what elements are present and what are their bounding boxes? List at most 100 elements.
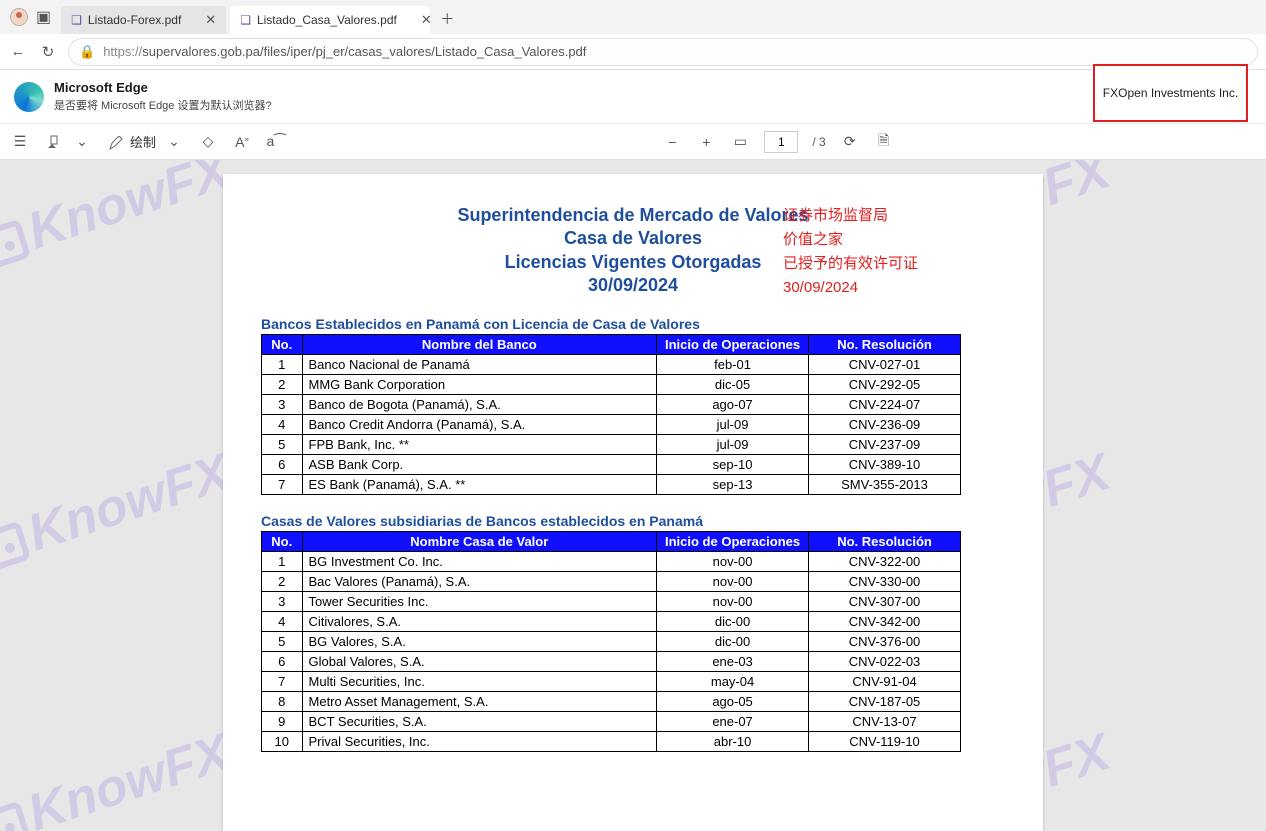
- table-row: 7Multi Securities, Inc.may-04CNV-91-04: [262, 671, 961, 691]
- cell-res: CNV-307-00: [809, 591, 961, 611]
- workspaces-icon[interactable]: ▣: [36, 7, 51, 27]
- cell-op: ene-07: [657, 711, 809, 731]
- cell-res: CNV-13-07: [809, 711, 961, 731]
- back-icon[interactable]: ←: [8, 43, 28, 60]
- cell-res: CNV-292-05: [809, 374, 961, 394]
- cell-no: 4: [262, 611, 303, 631]
- watermark: KnowFX: [0, 442, 237, 578]
- profile-avatar-icon[interactable]: [10, 8, 28, 26]
- cell-res: CNV-330-00: [809, 571, 961, 591]
- table-row: 2MMG Bank Corporationdic-05CNV-292-05: [262, 374, 961, 394]
- table-row: 5BG Valores, S.A.dic-00CNV-376-00: [262, 631, 961, 651]
- cell-res: SMV-355-2013: [809, 474, 961, 494]
- page-number-input[interactable]: [764, 131, 798, 153]
- page-layout-icon[interactable]: 🗎: [874, 130, 894, 154]
- table-row: 9BCT Securities, S.A.ene-07CNV-13-07: [262, 711, 961, 731]
- cell-op: ene-03: [657, 651, 809, 671]
- cell-name: Bac Valores (Panamá), S.A.: [302, 571, 657, 591]
- cell-name: BG Investment Co. Inc.: [302, 551, 657, 571]
- col-res: No. Resolución: [809, 531, 961, 551]
- table-row: 4Citivalores, S.A.dic-00CNV-342-00: [262, 611, 961, 631]
- pdf-toolbar: ☰ ⌄ 绘制 ⌄ ◇ A» a⁀ − + ▭ / 3 ⟳ 🗎: [0, 124, 1266, 160]
- cell-op: may-04: [657, 671, 809, 691]
- cell-name: Tower Securities Inc.: [302, 591, 657, 611]
- cell-op: sep-10: [657, 454, 809, 474]
- cell-op: jul-09: [657, 414, 809, 434]
- edge-prompt-subtitle: 是否要将 Microsoft Edge 设置为默认浏览器?: [54, 97, 272, 113]
- section1-title: Bancos Establecidos en Panamá con Licenc…: [261, 316, 1005, 332]
- edge-prompt-title: Microsoft Edge: [54, 80, 272, 95]
- draw-label[interactable]: 绘制: [130, 132, 156, 151]
- cell-op: jul-09: [657, 434, 809, 454]
- col-name: Nombre Casa de Valor: [302, 531, 657, 551]
- pdf-icon: ❑: [240, 13, 251, 27]
- rotate-icon[interactable]: ⟳: [840, 133, 860, 150]
- cell-op: nov-00: [657, 571, 809, 591]
- cell-name: Metro Asset Management, S.A.: [302, 691, 657, 711]
- cell-op: ago-07: [657, 394, 809, 414]
- cell-name: BCT Securities, S.A.: [302, 711, 657, 731]
- cell-res: CNV-224-07: [809, 394, 961, 414]
- cell-no: 7: [262, 671, 303, 691]
- col-name: Nombre del Banco: [302, 334, 657, 354]
- table-row: 4Banco Credit Andorra (Panamá), S.A.jul-…: [262, 414, 961, 434]
- close-icon[interactable]: ✕: [205, 12, 216, 28]
- chevron-down-icon[interactable]: ⌄: [164, 133, 184, 150]
- close-icon[interactable]: ✕: [421, 12, 432, 28]
- cell-res: CNV-322-00: [809, 551, 961, 571]
- tab-label: Listado_Casa_Valores.pdf: [257, 13, 397, 27]
- table-bancos: No. Nombre del Banco Inicio de Operacion…: [261, 334, 961, 495]
- contents-icon[interactable]: ☰: [10, 133, 30, 150]
- cell-no: 1: [262, 354, 303, 374]
- pdf-icon: ❑: [71, 13, 82, 27]
- text-style-icon[interactable]: A»: [232, 134, 252, 150]
- cell-name: FPB Bank, Inc. **: [302, 434, 657, 454]
- table-row: 1BG Investment Co. Inc.nov-00CNV-322-00: [262, 551, 961, 571]
- fit-page-icon[interactable]: ▭: [730, 133, 750, 150]
- tab-label: Listado-Forex.pdf: [88, 13, 181, 27]
- cell-no: 9: [262, 711, 303, 731]
- erase-icon[interactable]: ◇: [198, 133, 218, 150]
- section2-title: Casas de Valores subsidiarias de Bancos …: [261, 513, 1005, 529]
- translation-annotation: 证券市场监督局 价值之家 已授予的有效许可证 30/09/2024: [783, 204, 918, 300]
- pen-icon[interactable]: [106, 133, 126, 149]
- tab-casa-valores[interactable]: ❑ Listado_Casa_Valores.pdf ✕: [230, 6, 430, 34]
- pdf-viewer[interactable]: KnowFX KnowFX KnowFX KnowFX KnowFX KnowF…: [0, 160, 1266, 831]
- cell-no: 2: [262, 571, 303, 591]
- cell-name: Banco de Bogota (Panamá), S.A.: [302, 394, 657, 414]
- zoom-in-icon[interactable]: +: [696, 134, 716, 150]
- table-row: 5FPB Bank, Inc. **jul-09CNV-237-09: [262, 434, 961, 454]
- table-row: 3Tower Securities Inc.nov-00CNV-307-00: [262, 591, 961, 611]
- cell-res: CNV-027-01: [809, 354, 961, 374]
- cell-op: nov-00: [657, 591, 809, 611]
- read-aloud-icon[interactable]: a⁀: [266, 133, 286, 150]
- cell-res: CNV-119-10: [809, 731, 961, 751]
- cell-name: MMG Bank Corporation: [302, 374, 657, 394]
- highlighter-icon[interactable]: [44, 133, 64, 150]
- zoom-out-icon[interactable]: −: [662, 134, 682, 150]
- highlight-annotation: FXOpen Investments Inc.: [1093, 64, 1248, 122]
- refresh-icon[interactable]: ↻: [38, 43, 58, 61]
- tab-forex[interactable]: ❑ Listado-Forex.pdf ✕: [61, 6, 226, 34]
- cell-name: Global Valores, S.A.: [302, 651, 657, 671]
- watermark: KnowFX: [0, 160, 237, 276]
- cell-res: CNV-187-05: [809, 691, 961, 711]
- cell-no: 4: [262, 414, 303, 434]
- table-row: 8Metro Asset Management, S.A.ago-05CNV-1…: [262, 691, 961, 711]
- table-row: 7ES Bank (Panamá), S.A. **sep-13SMV-355-…: [262, 474, 961, 494]
- cell-no: 5: [262, 631, 303, 651]
- address-bar[interactable]: 🔒 https://supervalores.gob.pa/files/iper…: [68, 38, 1258, 66]
- add-tab-icon[interactable]: ＋: [440, 9, 454, 29]
- cell-op: feb-01: [657, 354, 809, 374]
- cell-op: ago-05: [657, 691, 809, 711]
- table-casas: No. Nombre Casa de Valor Inicio de Opera…: [261, 531, 961, 752]
- cell-name: Citivalores, S.A.: [302, 611, 657, 631]
- chevron-down-icon[interactable]: ⌄: [72, 133, 92, 150]
- table-row: 1Banco Nacional de Panamáfeb-01CNV-027-0…: [262, 354, 961, 374]
- cell-op: dic-00: [657, 611, 809, 631]
- cell-res: CNV-236-09: [809, 414, 961, 434]
- table-row: 3Banco de Bogota (Panamá), S.A.ago-07CNV…: [262, 394, 961, 414]
- table-row: 6ASB Bank Corp.sep-10CNV-389-10: [262, 454, 961, 474]
- cell-name: BG Valores, S.A.: [302, 631, 657, 651]
- cell-no: 1: [262, 551, 303, 571]
